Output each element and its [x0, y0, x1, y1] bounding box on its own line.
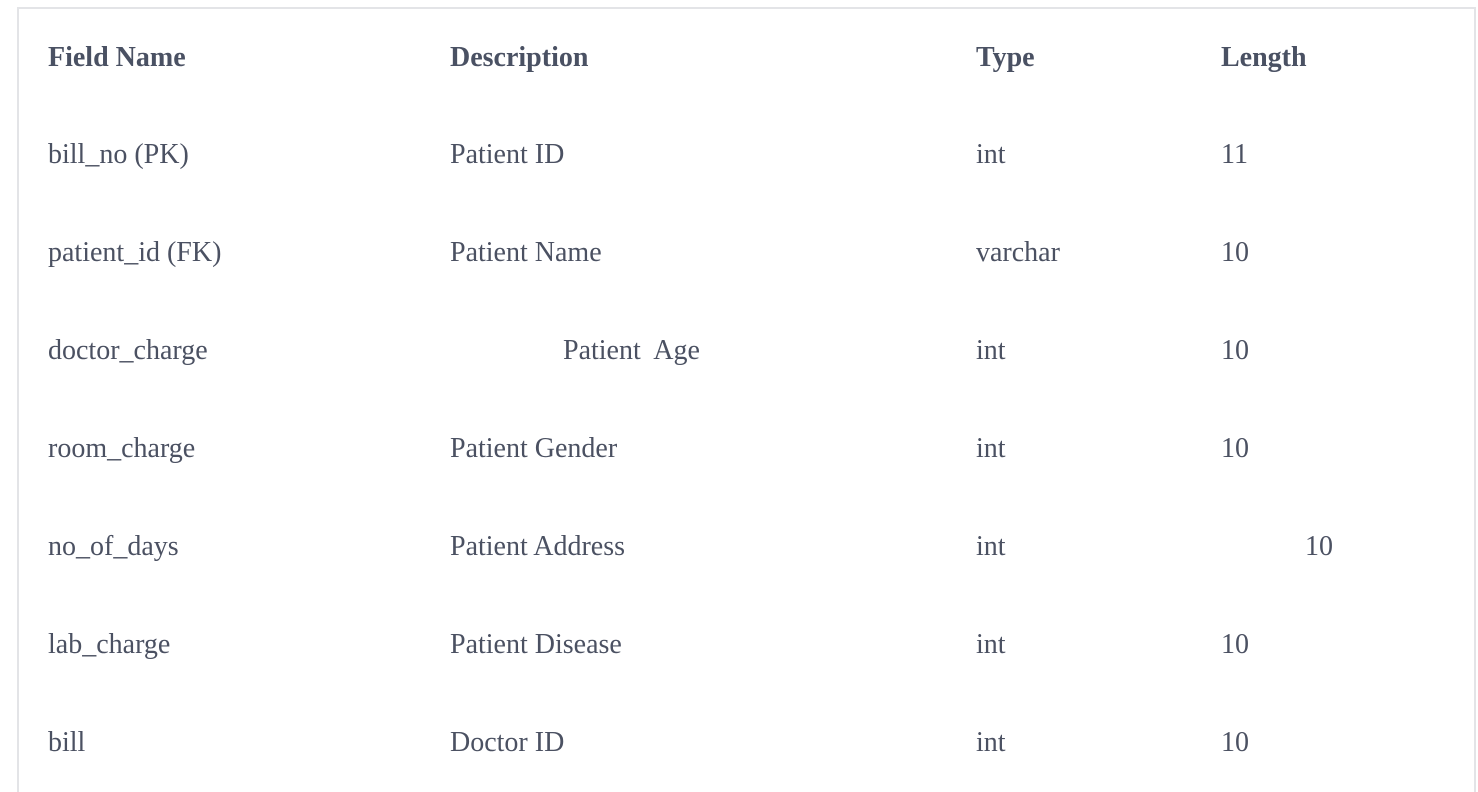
cell-length: 10 — [1221, 727, 1249, 758]
cell-length: 11 — [1221, 139, 1248, 170]
cell-field-name: lab_charge — [48, 629, 171, 660]
header-field-name: Field Name — [48, 42, 186, 73]
header-description: Description — [450, 42, 589, 73]
cell-field-name: bill_no (PK) — [48, 139, 189, 170]
cell-type: int — [976, 433, 1006, 464]
cell-type: int — [976, 727, 1006, 758]
cell-field-name: room_charge — [48, 433, 196, 464]
cell-field-name: bill — [48, 727, 86, 758]
cell-type: int — [976, 335, 1006, 366]
cell-description: Patient ID — [450, 139, 565, 170]
page: Field Name Description Type Length bill_… — [0, 0, 1478, 792]
cell-description: Patient Address — [450, 531, 625, 562]
cell-field-name: doctor_charge — [48, 335, 208, 366]
cell-description: Patient Gender — [450, 433, 618, 464]
cell-field-name: no_of_days — [48, 531, 179, 562]
cell-type: int — [976, 531, 1006, 562]
cell-description: Patient Name — [450, 237, 602, 268]
cell-length: 10 — [1221, 433, 1249, 464]
cell-length: 10 — [1305, 531, 1333, 562]
cell-type: varchar — [976, 237, 1060, 268]
cell-length: 10 — [1221, 237, 1249, 268]
cell-type: int — [976, 629, 1006, 660]
cell-description: Patient Age — [563, 335, 700, 366]
table-border — [17, 7, 1476, 792]
cell-length: 10 — [1221, 335, 1249, 366]
cell-length: 10 — [1221, 629, 1249, 660]
header-length: Length — [1221, 42, 1307, 73]
cell-description: Patient Disease — [450, 629, 622, 660]
header-type: Type — [976, 42, 1035, 73]
cell-field-name: patient_id (FK) — [48, 237, 222, 268]
cell-description: Doctor ID — [450, 727, 565, 758]
cell-type: int — [976, 139, 1006, 170]
